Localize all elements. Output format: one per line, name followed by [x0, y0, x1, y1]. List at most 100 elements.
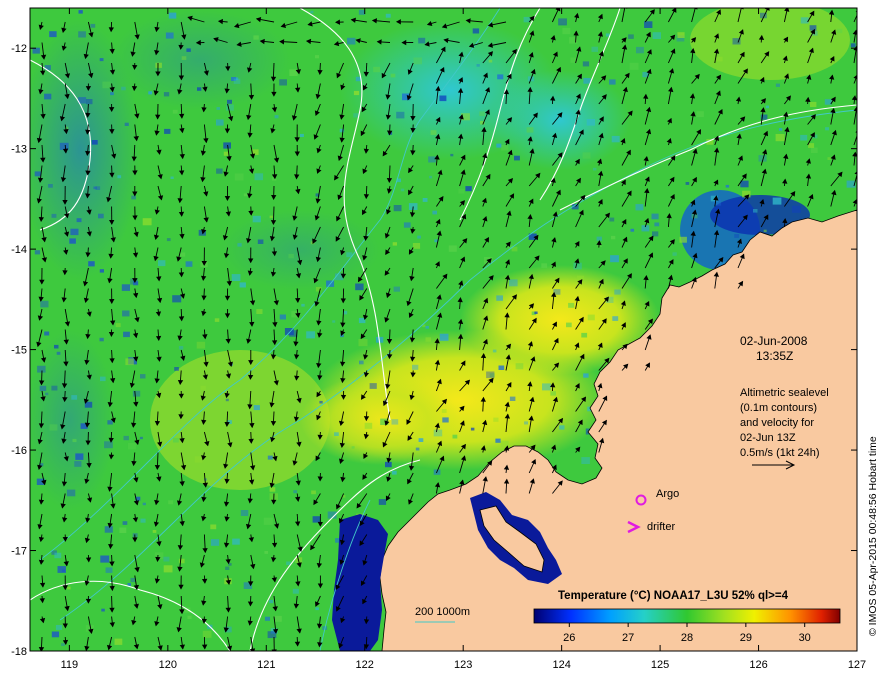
sst-noise-pixel [550, 391, 556, 396]
sst-noise-pixel [243, 193, 248, 197]
sst-noise-pixel [231, 274, 241, 281]
sst-noise-pixel [256, 309, 263, 314]
sst-noise-pixel [232, 538, 240, 545]
sst-noise-pixel [651, 213, 659, 220]
sst-noise-pixel [734, 234, 740, 238]
sst-noise-pixel [628, 34, 634, 39]
sst-noise-pixel [158, 260, 166, 267]
sst-noise-pixel [497, 74, 504, 80]
sst-noise-pixel [315, 607, 319, 611]
sst-noise-pixel [172, 295, 182, 303]
map-canvas [30, 8, 857, 651]
sst-noise-pixel [654, 222, 660, 227]
x-tick-label: 121 [257, 659, 275, 671]
sst-noise-pixel [105, 567, 113, 573]
sst-noise-pixel [850, 43, 856, 48]
sst-noise-pixel [856, 115, 857, 123]
sst-noise-pixel [178, 558, 185, 564]
sst-noise-pixel [412, 364, 419, 370]
sst-noise-pixel [763, 229, 767, 233]
sst-noise-pixel [56, 351, 61, 355]
sst-noise-pixel [672, 252, 677, 256]
sst-noise-pixel [611, 235, 616, 240]
argo-label: Argo [656, 488, 679, 500]
sst-noise-pixel [44, 93, 52, 100]
sst-noise-pixel [448, 245, 457, 252]
sst-noise-pixel [119, 527, 127, 533]
sst-noise-pixel [233, 78, 241, 84]
sst-noise-pixel [124, 122, 129, 126]
map-time: 13:35Z [756, 349, 793, 363]
sst-noise-pixel [51, 385, 58, 391]
sst-noise-pixel [581, 332, 588, 338]
sst-noise-pixel [264, 616, 270, 621]
sst-noise-pixel [102, 81, 111, 89]
sst-noise-pixel [753, 209, 758, 213]
sst-noise-pixel [390, 73, 396, 78]
sst-noise-pixel [178, 346, 184, 350]
sst-noise-pixel [778, 128, 783, 131]
sst-noise-pixel [810, 101, 817, 107]
sst-noise-pixel [164, 128, 171, 134]
sst-noise-pixel [98, 213, 104, 219]
colorbar [533, 608, 841, 624]
sst-noise-pixel [132, 390, 141, 397]
sst-noise-pixel [465, 186, 472, 192]
colorbar-tick-label: 30 [799, 632, 811, 644]
sst-noise-pixel [54, 344, 59, 349]
velocity-arrow-head [271, 649, 277, 651]
sst-noise-pixel [54, 552, 62, 559]
sst-noise-pixel [225, 566, 230, 570]
sst-noise-pixel [216, 168, 223, 174]
sst-noise-pixel [765, 105, 769, 109]
sst-noise-pixel [253, 405, 260, 411]
sst-noise-pixel [91, 140, 98, 145]
sst-noise-pixel [428, 156, 436, 163]
sst-noise-pixel [76, 218, 82, 223]
sst-noise-pixel [581, 457, 590, 464]
sst-noise-pixel [403, 222, 411, 228]
sst-noise-pixel [133, 281, 139, 286]
sst-noise-pixel [312, 516, 321, 523]
sst-noise-pixel [392, 242, 397, 246]
sst-noise-pixel [194, 456, 203, 463]
sst-noise-pixel [319, 400, 323, 404]
sst-noise-pixel [101, 608, 105, 612]
sst-noise-pixel [200, 385, 206, 390]
sst-noise-pixel [127, 583, 131, 586]
colorbar-title: Temperature (°C) NOAA17_L3U 52% ql>=4 [558, 590, 789, 602]
sst-noise-pixel [269, 215, 273, 219]
sst-noise-pixel [412, 243, 421, 249]
sst-noise-pixel [596, 236, 602, 241]
sst-noise-pixel [216, 119, 224, 126]
x-tick-label: 127 [848, 659, 866, 671]
sst-noise-pixel [429, 175, 433, 179]
sst-noise-pixel [442, 417, 449, 423]
sst-noise-pixel [239, 282, 246, 288]
sst-noise-pixel [45, 392, 49, 396]
sst-noise-pixel [652, 231, 659, 237]
sst-noise-pixel [644, 21, 653, 28]
sst-noise-pixel [216, 107, 220, 110]
sst-noise-pixel [142, 218, 152, 226]
sst-noise-pixel [470, 427, 475, 431]
sst-noise-pixel [139, 436, 143, 440]
sst-noise-pixel [237, 243, 242, 247]
sst-noise-pixel [583, 78, 591, 84]
sst-noise-pixel [725, 184, 730, 188]
sst-noise-pixel [493, 417, 499, 422]
sst-noise-pixel [450, 153, 454, 157]
sst-noise-pixel [486, 371, 495, 379]
sst-noise-pixel [255, 400, 259, 404]
sst-noise-pixel [274, 615, 282, 622]
sst-noise-pixel [369, 383, 377, 389]
sst-noise-pixel [104, 441, 113, 449]
sst-noise-pixel [612, 316, 619, 321]
sst-noise-pixel [214, 318, 220, 322]
sst-noise-pixel [62, 569, 66, 572]
sst-noise-pixel [72, 438, 77, 443]
sst-noise-pixel [635, 204, 644, 211]
sst-noise-pixel [74, 461, 82, 467]
sst-noise-pixel [69, 238, 76, 244]
sst-noise-pixel [34, 250, 41, 255]
